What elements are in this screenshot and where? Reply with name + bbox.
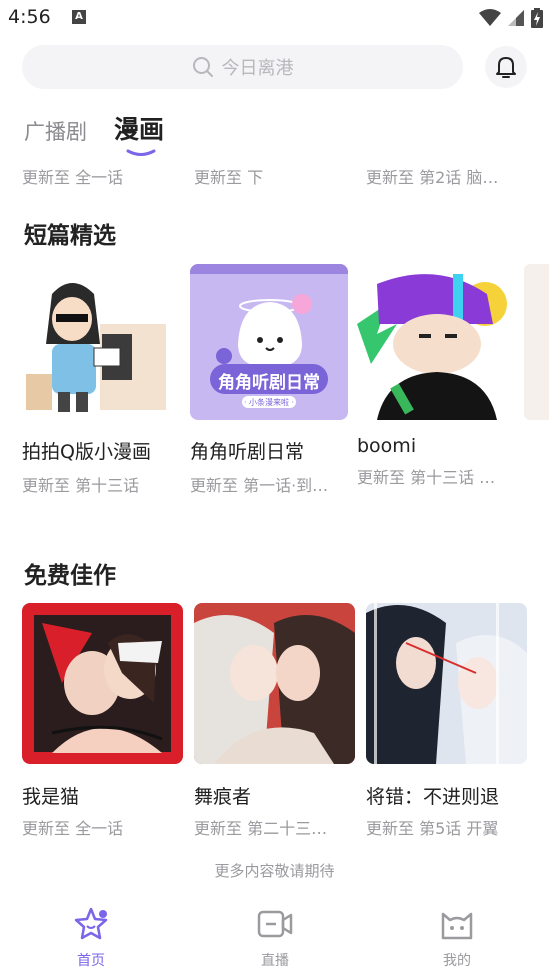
tab-active-indicator — [126, 149, 156, 156]
nav-label-profile: 我的 — [443, 953, 471, 969]
top-row-update: 更新至 全一话 — [22, 168, 124, 187]
signal-icon — [508, 10, 524, 26]
comic-update: 更新至 第一话·到… — [190, 476, 329, 495]
nav-label-home: 首页 — [77, 953, 105, 969]
nav-home[interactable]: 首页 — [41, 906, 141, 970]
battery-icon — [531, 8, 543, 28]
cover-subcaption: · 小条漫来啦 · — [243, 398, 295, 407]
search-placeholder: 今日离港 — [221, 58, 294, 79]
cover-art — [26, 283, 166, 412]
comic-title[interactable]: 将错：不进则退 — [366, 782, 526, 809]
nav-label-live: 直播 — [261, 953, 289, 969]
status-time: 4:56 — [8, 6, 51, 28]
status-bar: 4:56 A — [0, 0, 549, 36]
comic-title[interactable]: 我是猫 — [22, 782, 182, 809]
notification-a-icon: A — [72, 10, 86, 24]
bottom-nav: 首页 直播 我的 — [0, 900, 549, 976]
star-face-icon — [74, 907, 108, 940]
nav-live[interactable]: 直播 — [225, 906, 325, 970]
comic-title[interactable]: boomi — [357, 435, 517, 457]
comic-cover-wo-shi-mao[interactable] — [22, 603, 183, 764]
section-title-free-picks: 免费佳作 — [24, 563, 116, 589]
bell-icon — [496, 57, 516, 78]
comic-update: 更新至 第十三话 … — [357, 468, 496, 487]
cat-face-icon — [441, 912, 473, 940]
search-icon — [192, 57, 213, 77]
comic-update: 更新至 第十三话 — [22, 476, 140, 495]
cover-art — [366, 603, 527, 764]
top-row-update: 更新至 第2话 脑… — [366, 168, 499, 187]
cover-art — [194, 615, 355, 764]
comic-title[interactable]: 舞痕者 — [194, 782, 354, 809]
tab-radio-drama[interactable]: 广播剧 — [24, 116, 87, 146]
comic-cover-jiao-jiao[interactable]: 角角听剧日常 · 小条漫来啦 · — [190, 264, 348, 420]
cover-caption: 角角听剧日常 — [218, 373, 320, 393]
wifi-icon — [479, 9, 501, 26]
nav-profile[interactable]: 我的 — [407, 906, 507, 970]
comic-update: 更新至 全一话 — [22, 819, 124, 838]
comic-cover-peek[interactable] — [524, 264, 549, 420]
footer-note: 更多内容敬请期待 — [214, 862, 335, 880]
status-icons — [479, 8, 543, 28]
cover-art — [357, 274, 507, 420]
top-row-update: 更新至 下 — [194, 168, 264, 187]
comic-title[interactable]: 拍拍Q版小漫画 — [22, 437, 182, 464]
comic-cover-wu-hen-zhe[interactable] — [194, 603, 355, 764]
tab-comics[interactable]: 漫画 — [114, 110, 164, 146]
comic-cover-boomi[interactable] — [357, 264, 515, 420]
comic-cover-jiang-cuo[interactable] — [366, 603, 527, 764]
video-icon — [257, 910, 293, 938]
comic-update: 更新至 第5话 开翼 — [366, 819, 499, 838]
comic-title[interactable]: 角角听剧日常 — [190, 437, 350, 464]
comic-update: 更新至 第二十三… — [194, 819, 328, 838]
comic-cover-pai-pai[interactable] — [22, 264, 180, 420]
notification-button[interactable] — [485, 46, 527, 88]
cover-art — [34, 615, 171, 753]
search-bar[interactable]: 今日离港 — [22, 45, 463, 89]
section-title-short-picks: 短篇精选 — [24, 223, 116, 249]
